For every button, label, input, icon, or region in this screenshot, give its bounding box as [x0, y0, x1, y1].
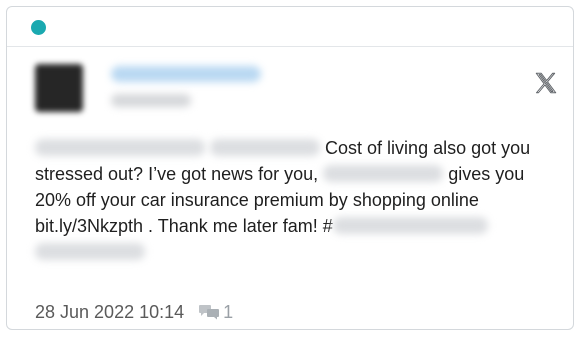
reply-count: 1: [223, 301, 234, 322]
social-post-card: Cost of living also got you stressed out…: [6, 6, 574, 330]
comments-icon[interactable]: [198, 304, 220, 320]
hashtag-redacted[interactable]: [332, 217, 488, 234]
author-name-redacted[interactable]: [111, 66, 261, 82]
x-logo-icon[interactable]: [533, 70, 559, 96]
avatar[interactable]: [35, 64, 83, 112]
mention-redacted[interactable]: [323, 165, 444, 182]
card-header-bar: [7, 7, 573, 47]
hashtag-redacted[interactable]: [35, 243, 145, 260]
author-handle-redacted: [111, 94, 191, 107]
post-text: Cost of living also got you stressed out…: [35, 135, 563, 265]
mention-redacted[interactable]: [210, 139, 321, 156]
status-dot-icon: [31, 20, 46, 35]
post-meta: 28 Jun 2022 10:14 1: [35, 301, 233, 323]
post-timestamp: 28 Jun 2022 10:14: [35, 301, 185, 322]
mention-redacted[interactable]: [35, 139, 205, 156]
